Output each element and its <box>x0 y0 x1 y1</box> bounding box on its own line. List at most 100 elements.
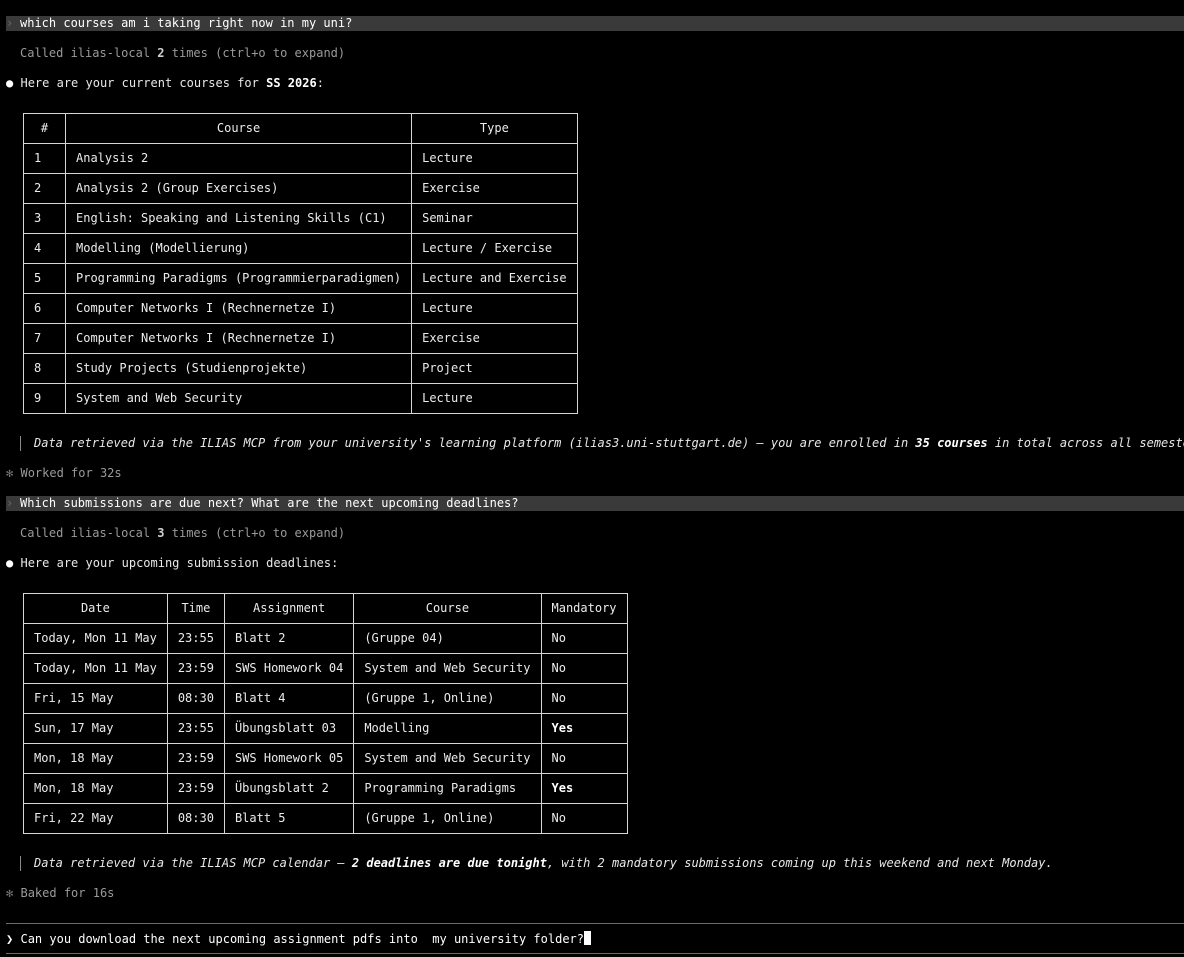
table-cell: (Gruppe 1, Online) <box>353 683 542 714</box>
table-row: 2 Analysis 2 (Group Exercises) Exercise <box>23 173 578 204</box>
tool-call-summary-2[interactable]: Called ilias-local 3 times (ctrl+o to ex… <box>20 526 345 541</box>
table-row: 6 Computer Networks I (Rechnernetze I) Lec… <box>23 293 578 324</box>
table-cell: Blatt 5 <box>223 803 355 834</box>
table-cell: 9 <box>23 383 66 414</box>
table-cell: 1 <box>23 143 66 174</box>
table-cell: Seminar <box>411 203 578 234</box>
status-text: Worked for 32s <box>20 466 122 480</box>
tool-call-count: 2 <box>157 46 165 60</box>
tool-call-text: Called ilias-local <box>20 526 158 540</box>
column-header: Date <box>23 593 168 624</box>
note-bar <box>20 856 21 871</box>
table-cell: Today, Mon 11 May <box>23 653 168 684</box>
user-prompt-2: › Which submissions are due next? What a… <box>6 496 1184 511</box>
note-text: in total across all semesters. <box>994 436 1184 450</box>
note-emphasis: 35 courses <box>915 436 988 450</box>
table-cell: Exercise <box>411 323 578 354</box>
table-cell: Modelling (Modellierung) <box>64 233 413 264</box>
table-cell: Mon, 18 May <box>23 773 168 804</box>
table-cell: 08:30 <box>166 803 225 834</box>
table-cell: Lecture <box>411 383 578 414</box>
table-cell: 2 <box>23 173 66 204</box>
prompt-chevron-icon: › <box>6 496 14 510</box>
table-cell: 23:59 <box>166 773 225 804</box>
note-text: , with 2 mandatory submissions coming up… <box>546 856 1053 870</box>
column-header: Mandatory <box>540 593 628 624</box>
table-cell: 23:55 <box>166 623 225 654</box>
table-cell: 7 <box>23 323 66 354</box>
tool-call-text: Called ilias-local <box>20 46 158 60</box>
note-2: Data retrieved via the ILIAS MCP calenda… <box>34 856 1053 871</box>
table-cell: No <box>540 683 628 714</box>
message-text: Here are your current courses for <box>20 76 267 90</box>
table-cell: 5 <box>23 263 66 294</box>
table-cell: Yes <box>540 713 628 744</box>
prompt-input[interactable]: ❯ Can you download the next upcoming ass… <box>6 931 591 947</box>
table-cell: Fri, 15 May <box>23 683 168 714</box>
table-cell: Analysis 2 <box>64 143 413 174</box>
note-text: Data retrieved via the ILIAS MCP calenda… <box>34 856 352 870</box>
assistant-message-1: ● Here are your current courses for SS 2… <box>6 76 324 91</box>
message-text: : <box>316 76 324 90</box>
status-line-1: ✻ Worked for 32s <box>6 466 122 481</box>
table-row: Mon, 18 May 23:59 Übungsblatt 2 Programming… <box>23 773 628 804</box>
table-cell: No <box>540 653 628 684</box>
status-line-2: ✻ Baked for 16s <box>6 886 114 901</box>
input-top-divider <box>6 923 1184 924</box>
column-header: Assignment <box>223 593 355 624</box>
semester-term: SS 2026 <box>266 76 317 90</box>
table-row: 1 Analysis 2 Lecture <box>23 143 578 174</box>
table-cell: Übungsblatt 2 <box>223 773 355 804</box>
table-row: Today, Mon 11 May 23:59 SWS Homework 04 Sys… <box>23 653 628 684</box>
table-cell: No <box>540 803 628 834</box>
table-row: Sun, 17 May 23:55 Übungsblatt 03 Modelling Y… <box>23 713 628 744</box>
table-cell: Lecture / Exercise <box>411 233 578 264</box>
table-row: 5 Programming Paradigms (Programmierparad… <box>23 263 578 294</box>
table-row: 7 Computer Networks I (Rechnernetze I) Exe… <box>23 323 578 354</box>
deadlines-table: Date Time Assignment Course Mandatory To… <box>23 593 628 834</box>
input-text[interactable]: Can you download the next upcoming assig… <box>20 932 584 946</box>
tool-call-text: times (ctrl+o to expand) <box>164 526 346 540</box>
table-cell: SWS Homework 04 <box>223 653 355 684</box>
bullet-icon: ● <box>6 556 14 570</box>
table-cell: System and Web Security <box>353 653 542 684</box>
table-cell: 8 <box>23 353 66 384</box>
table-header-row: # Course Type <box>23 113 578 144</box>
table-header-row: Date Time Assignment Course Mandatory <box>23 593 628 624</box>
table-cell: Computer Networks I (Rechnernetze I) <box>64 293 413 324</box>
table-cell: Programming Paradigms (Programmierparadi… <box>64 263 413 294</box>
user-prompt-text: which courses am i taking right now in m… <box>20 16 353 30</box>
table-cell: Project <box>411 353 578 384</box>
tool-call-summary-1[interactable]: Called ilias-local 2 times (ctrl+o to ex… <box>20 46 345 61</box>
table-cell: SWS Homework 05 <box>223 743 355 774</box>
table-row: 4 Modelling (Modellierung) Lecture / Exerc… <box>23 233 578 264</box>
prompt-chevron-icon: › <box>6 16 14 30</box>
user-prompt-1: › which courses am i taking right now in… <box>6 16 1184 31</box>
table-cell: Mon, 18 May <box>23 743 168 774</box>
table-row: Today, Mon 11 May 23:55 Blatt 2 (Gruppe 04)… <box>23 623 628 654</box>
table-cell: 23:55 <box>166 713 225 744</box>
column-header: Time <box>166 593 225 624</box>
status-text: Baked for 16s <box>20 886 115 900</box>
column-header: Course <box>64 113 413 144</box>
table-cell: Lecture <box>411 293 578 324</box>
table-cell: Study Projects (Studienprojekte) <box>64 353 413 384</box>
table-row: 8 Study Projects (Studienprojekte) Project <box>23 353 578 384</box>
table-cell: 3 <box>23 203 66 234</box>
table-cell: (Gruppe 04) <box>353 623 542 654</box>
table-cell: Computer Networks I (Rechnernetze I) <box>64 323 413 354</box>
text-cursor <box>584 931 591 945</box>
table-cell: 23:59 <box>166 743 225 774</box>
message-text: Here are your upcoming submission deadli… <box>20 556 339 570</box>
table-row: Fri, 15 May 08:30 Blatt 4 (Gruppe 1, Online… <box>23 683 628 714</box>
table-cell: 6 <box>23 293 66 324</box>
table-cell: (Gruppe 1, Online) <box>353 803 542 834</box>
table-cell: 08:30 <box>166 683 225 714</box>
table-cell: System and Web Security <box>353 743 542 774</box>
input-bottom-divider <box>6 953 1184 954</box>
table-cell: No <box>540 623 628 654</box>
table-row: 3 English: Speaking and Listening Skills … <box>23 203 578 234</box>
table-cell: Fri, 22 May <box>23 803 168 834</box>
table-row: Fri, 22 May 08:30 Blatt 5 (Gruppe 1, Online… <box>23 803 628 834</box>
table-cell: Yes <box>540 773 628 804</box>
